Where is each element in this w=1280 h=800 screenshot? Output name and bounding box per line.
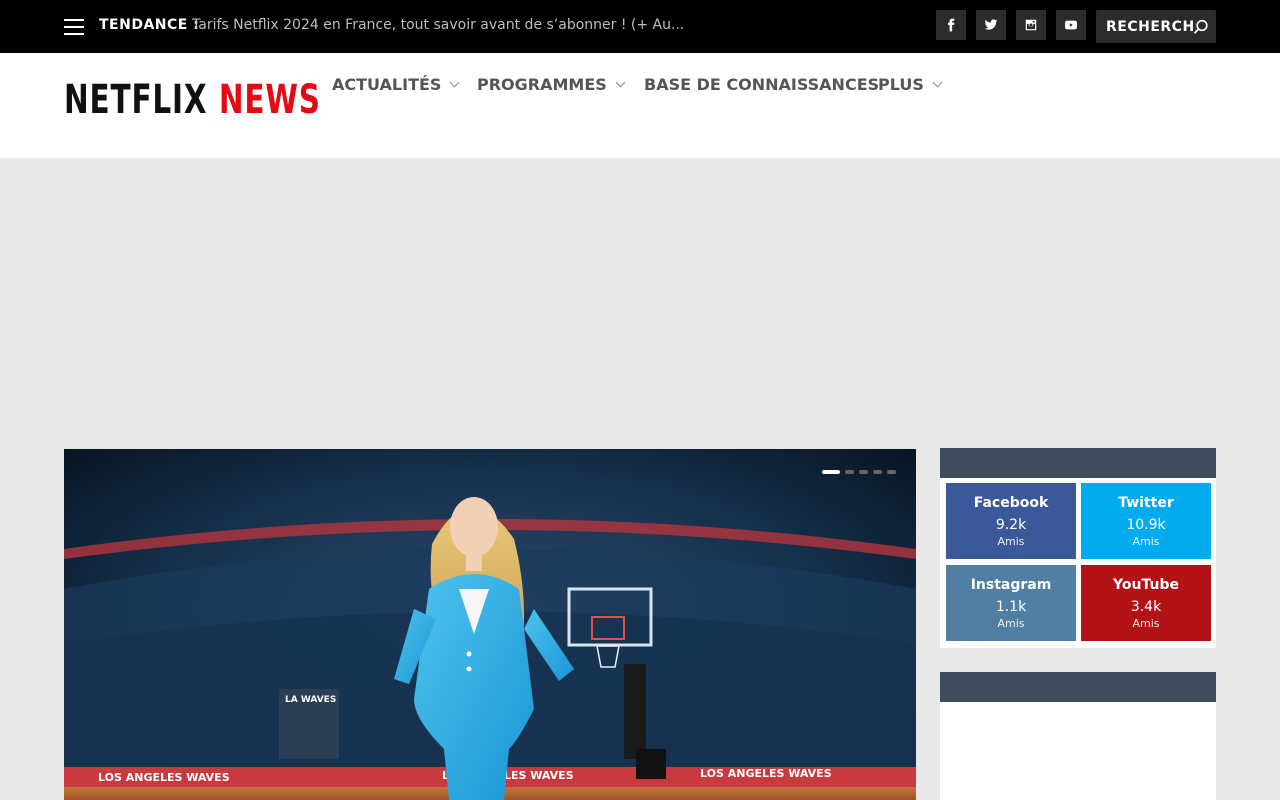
- social-widget-header: [940, 448, 1216, 478]
- social-count: 3.4k: [1130, 599, 1162, 615]
- instagram-icon[interactable]: [1016, 10, 1046, 40]
- nav-label: PROGRAMMES: [477, 75, 607, 94]
- search-input[interactable]: [1096, 10, 1196, 43]
- trending-link[interactable]: Tarifs Netflix 2024 en France, tout savo…: [192, 17, 684, 33]
- site-header: NETFLIX NEWS ACTUALITÉS PROGRAMMES BASE …: [0, 53, 1280, 158]
- social-name: YouTube: [1113, 577, 1179, 593]
- social-count: 10.9k: [1126, 517, 1166, 533]
- nav-label: ACTUALITÉS: [332, 75, 442, 94]
- slider-dot[interactable]: [859, 470, 868, 474]
- social-name: Facebook: [973, 495, 1049, 511]
- social-unit: Amis: [1132, 617, 1160, 630]
- nav-actualites[interactable]: ACTUALITÉS: [332, 75, 460, 94]
- slider-dot[interactable]: [845, 470, 854, 474]
- banner-text: LOS ANGELES WAVES: [700, 767, 832, 780]
- search-icon[interactable]: [1193, 19, 1209, 35]
- nav-programmes[interactable]: PROGRAMMES: [477, 75, 626, 94]
- logo-news-text: NEWS: [218, 77, 321, 123]
- slider-dot[interactable]: [887, 470, 896, 474]
- site-logo[interactable]: NETFLIX NEWS: [64, 77, 321, 123]
- slider-dot[interactable]: [873, 470, 882, 474]
- nav-base-de-connaissances[interactable]: BASE DE CONNAISSANCES: [644, 75, 879, 94]
- logo-netflix-text: NETFLIX: [64, 77, 208, 123]
- social-unit: Amis: [1132, 535, 1160, 548]
- chevron-down-icon: [449, 77, 460, 88]
- facebook-icon[interactable]: [936, 10, 966, 40]
- social-name: Twitter: [1118, 495, 1174, 511]
- social-unit: Amis: [997, 617, 1025, 630]
- youtube-counter[interactable]: YouTube 3.4k Amis: [1081, 565, 1211, 641]
- social-count: 1.1k: [995, 599, 1027, 615]
- nav-label: PLUS: [878, 75, 924, 94]
- slider-pagination: [822, 470, 896, 474]
- slider-dot[interactable]: [822, 470, 840, 474]
- twitter-icon[interactable]: [976, 10, 1006, 40]
- social-unit: Amis: [997, 535, 1025, 548]
- chevron-down-icon: [932, 77, 943, 88]
- social-count: 9.2k: [995, 517, 1027, 533]
- hamburger-menu-icon[interactable]: [64, 19, 84, 35]
- sidebar-widget: [940, 702, 1216, 800]
- chevron-down-icon: [615, 77, 626, 88]
- widget-header: [940, 672, 1216, 702]
- banner-text: LOS ANGELES WAVES: [98, 771, 230, 784]
- twitter-counter[interactable]: Twitter 10.9k Amis: [1081, 483, 1211, 559]
- nav-plus[interactable]: PLUS: [878, 75, 943, 94]
- featured-image: LOS ANGELES WAVES LOS ANGELES WAVES LOS …: [64, 449, 916, 800]
- featured-slider[interactable]: LOS ANGELES WAVES LOS ANGELES WAVES LOS …: [64, 449, 916, 800]
- sign-text: LA WAVES: [285, 695, 336, 705]
- top-bar: TENDANCE : Tarifs Netflix 2024 en France…: [0, 0, 1280, 53]
- trending-label: TENDANCE :: [99, 17, 200, 33]
- facebook-counter[interactable]: Facebook 9.2k Amis: [946, 483, 1076, 559]
- instagram-counter[interactable]: Instagram 1.1k Amis: [946, 565, 1076, 641]
- nav-label: BASE DE CONNAISSANCES: [644, 75, 880, 94]
- youtube-icon[interactable]: [1056, 10, 1086, 40]
- social-name: Instagram: [970, 577, 1052, 593]
- social-widget: Facebook 9.2k Amis Twitter 10.9k Amis In…: [940, 478, 1216, 648]
